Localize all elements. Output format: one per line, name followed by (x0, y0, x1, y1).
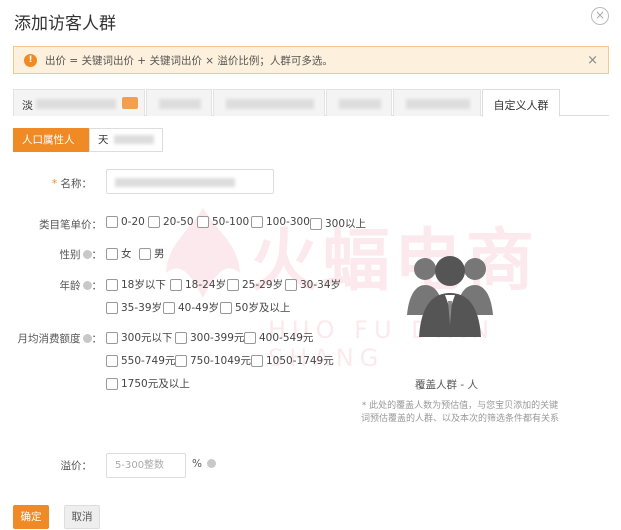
tab-4[interactable] (326, 89, 392, 116)
name-label: * 名称： (51, 178, 92, 190)
checkbox[interactable] (285, 278, 297, 291)
price-label: 类目笔单价： (39, 219, 102, 231)
spend-option-1750-plus[interactable]: 1750元及以上 (106, 376, 190, 391)
checkbox[interactable] (139, 247, 151, 260)
tab-2[interactable] (146, 89, 212, 116)
gender-option-male[interactable]: 男 (139, 246, 165, 261)
help-icon[interactable] (82, 250, 92, 259)
tab-3[interactable] (213, 89, 325, 116)
confirm-button[interactable]: 确定 (13, 505, 49, 529)
price-option-0-20[interactable]: 0-20 (106, 216, 145, 228)
age-option-30-34[interactable]: 30-34岁 (285, 277, 341, 292)
age-option-25-29[interactable]: 25-29岁 (227, 277, 283, 292)
name-input[interactable] (106, 169, 274, 194)
checkbox[interactable] (220, 301, 232, 314)
help-icon[interactable] (207, 459, 217, 468)
spend-option-300-399[interactable]: 300-399元 (175, 330, 244, 345)
checkbox[interactable] (106, 247, 118, 260)
gender-option-female[interactable]: 女 (106, 246, 132, 261)
info-alert: ! 出价 = 关键词出价 + 关键词出价 × 溢价比例；人群可多选。 × (13, 46, 609, 74)
checkbox[interactable] (106, 331, 118, 344)
age-option-under-18[interactable]: 18岁以下 (106, 277, 166, 292)
checkbox[interactable] (310, 217, 322, 230)
warning-icon: ! (24, 53, 37, 67)
alert-text: 出价 = 关键词出价 + 关键词出价 × 溢价比例；人群可多选。 (45, 54, 333, 67)
tab-5[interactable] (393, 89, 481, 116)
cancel-button[interactable]: 取消 (64, 505, 100, 529)
checkbox[interactable] (251, 216, 263, 228)
spend-option-750-1049[interactable]: 750-1049元 (175, 353, 251, 368)
checkbox[interactable] (106, 354, 118, 367)
spend-option-400-549[interactable]: 400-549元 (244, 330, 313, 345)
checkbox[interactable] (197, 216, 209, 228)
price-option-300-plus[interactable]: 300以上 (310, 216, 366, 231)
checkbox[interactable] (170, 278, 182, 291)
tab-custom-crowd-label: 自定义人群 (493, 99, 549, 112)
spend-option-1050-1749[interactable]: 1050-1749元 (251, 353, 334, 368)
price-option-50-100[interactable]: 50-100 (197, 216, 249, 228)
tab-custom-crowd[interactable]: 自定义人群 (482, 89, 560, 117)
price-option-20-50[interactable]: 20-50 (148, 216, 194, 228)
dialog-title: 添加访客人群 (14, 14, 116, 34)
checkbox[interactable] (227, 278, 239, 291)
spend-label: 月均消费额度： (17, 333, 103, 345)
age-option-18-24[interactable]: 18-24岁 (170, 277, 226, 292)
age-option-35-39[interactable]: 35-39岁 (106, 300, 162, 315)
premium-input[interactable] (106, 453, 186, 478)
spend-option-under-300[interactable]: 300元以下 (106, 330, 173, 345)
subtab-other[interactable]: 天 (89, 128, 163, 152)
tab-1-label: 淡 (22, 99, 33, 112)
checkbox[interactable] (251, 354, 263, 367)
checkbox[interactable] (106, 377, 118, 390)
crowd-avatar-icon (407, 256, 493, 337)
help-icon[interactable] (82, 281, 92, 290)
subtab-other-label: 天 (98, 134, 109, 146)
subtab-demographic[interactable]: 人口属性人群 (13, 128, 89, 168)
alert-close-icon[interactable]: × (587, 53, 598, 68)
coverage-count: 覆盖人群 - 人 (415, 379, 478, 391)
close-icon[interactable]: × (591, 7, 609, 25)
checkbox[interactable] (106, 216, 118, 228)
coverage-note: * 此处的覆盖人数为预估值，与您宝贝添加的关键词预估覆盖的人群、以及本次的筛选条… (360, 401, 559, 424)
checkbox[interactable] (175, 354, 187, 367)
checkbox[interactable] (175, 331, 187, 344)
tab-1-badge (122, 97, 138, 109)
spend-option-550-749[interactable]: 550-749元 (106, 353, 175, 368)
age-option-40-49[interactable]: 40-49岁 (163, 300, 219, 315)
checkbox[interactable] (163, 301, 175, 314)
checkbox[interactable] (106, 301, 118, 314)
premium-input-field[interactable] (107, 454, 185, 477)
checkbox[interactable] (244, 331, 256, 344)
price-option-100-300[interactable]: 100-300 (251, 216, 310, 228)
premium-label: 溢价： (60, 460, 93, 472)
checkbox[interactable] (106, 278, 118, 291)
tab-1[interactable]: 淡 (13, 89, 145, 116)
age-option-50-plus[interactable]: 50岁及以上 (220, 300, 290, 315)
age-label: 年龄： (59, 280, 103, 292)
premium-unit: % (192, 458, 217, 470)
gender-label: 性别： (59, 249, 103, 261)
crowd-tabs: 淡 自定义人群 (13, 89, 609, 117)
help-icon[interactable] (82, 334, 92, 343)
checkbox[interactable] (148, 216, 160, 228)
